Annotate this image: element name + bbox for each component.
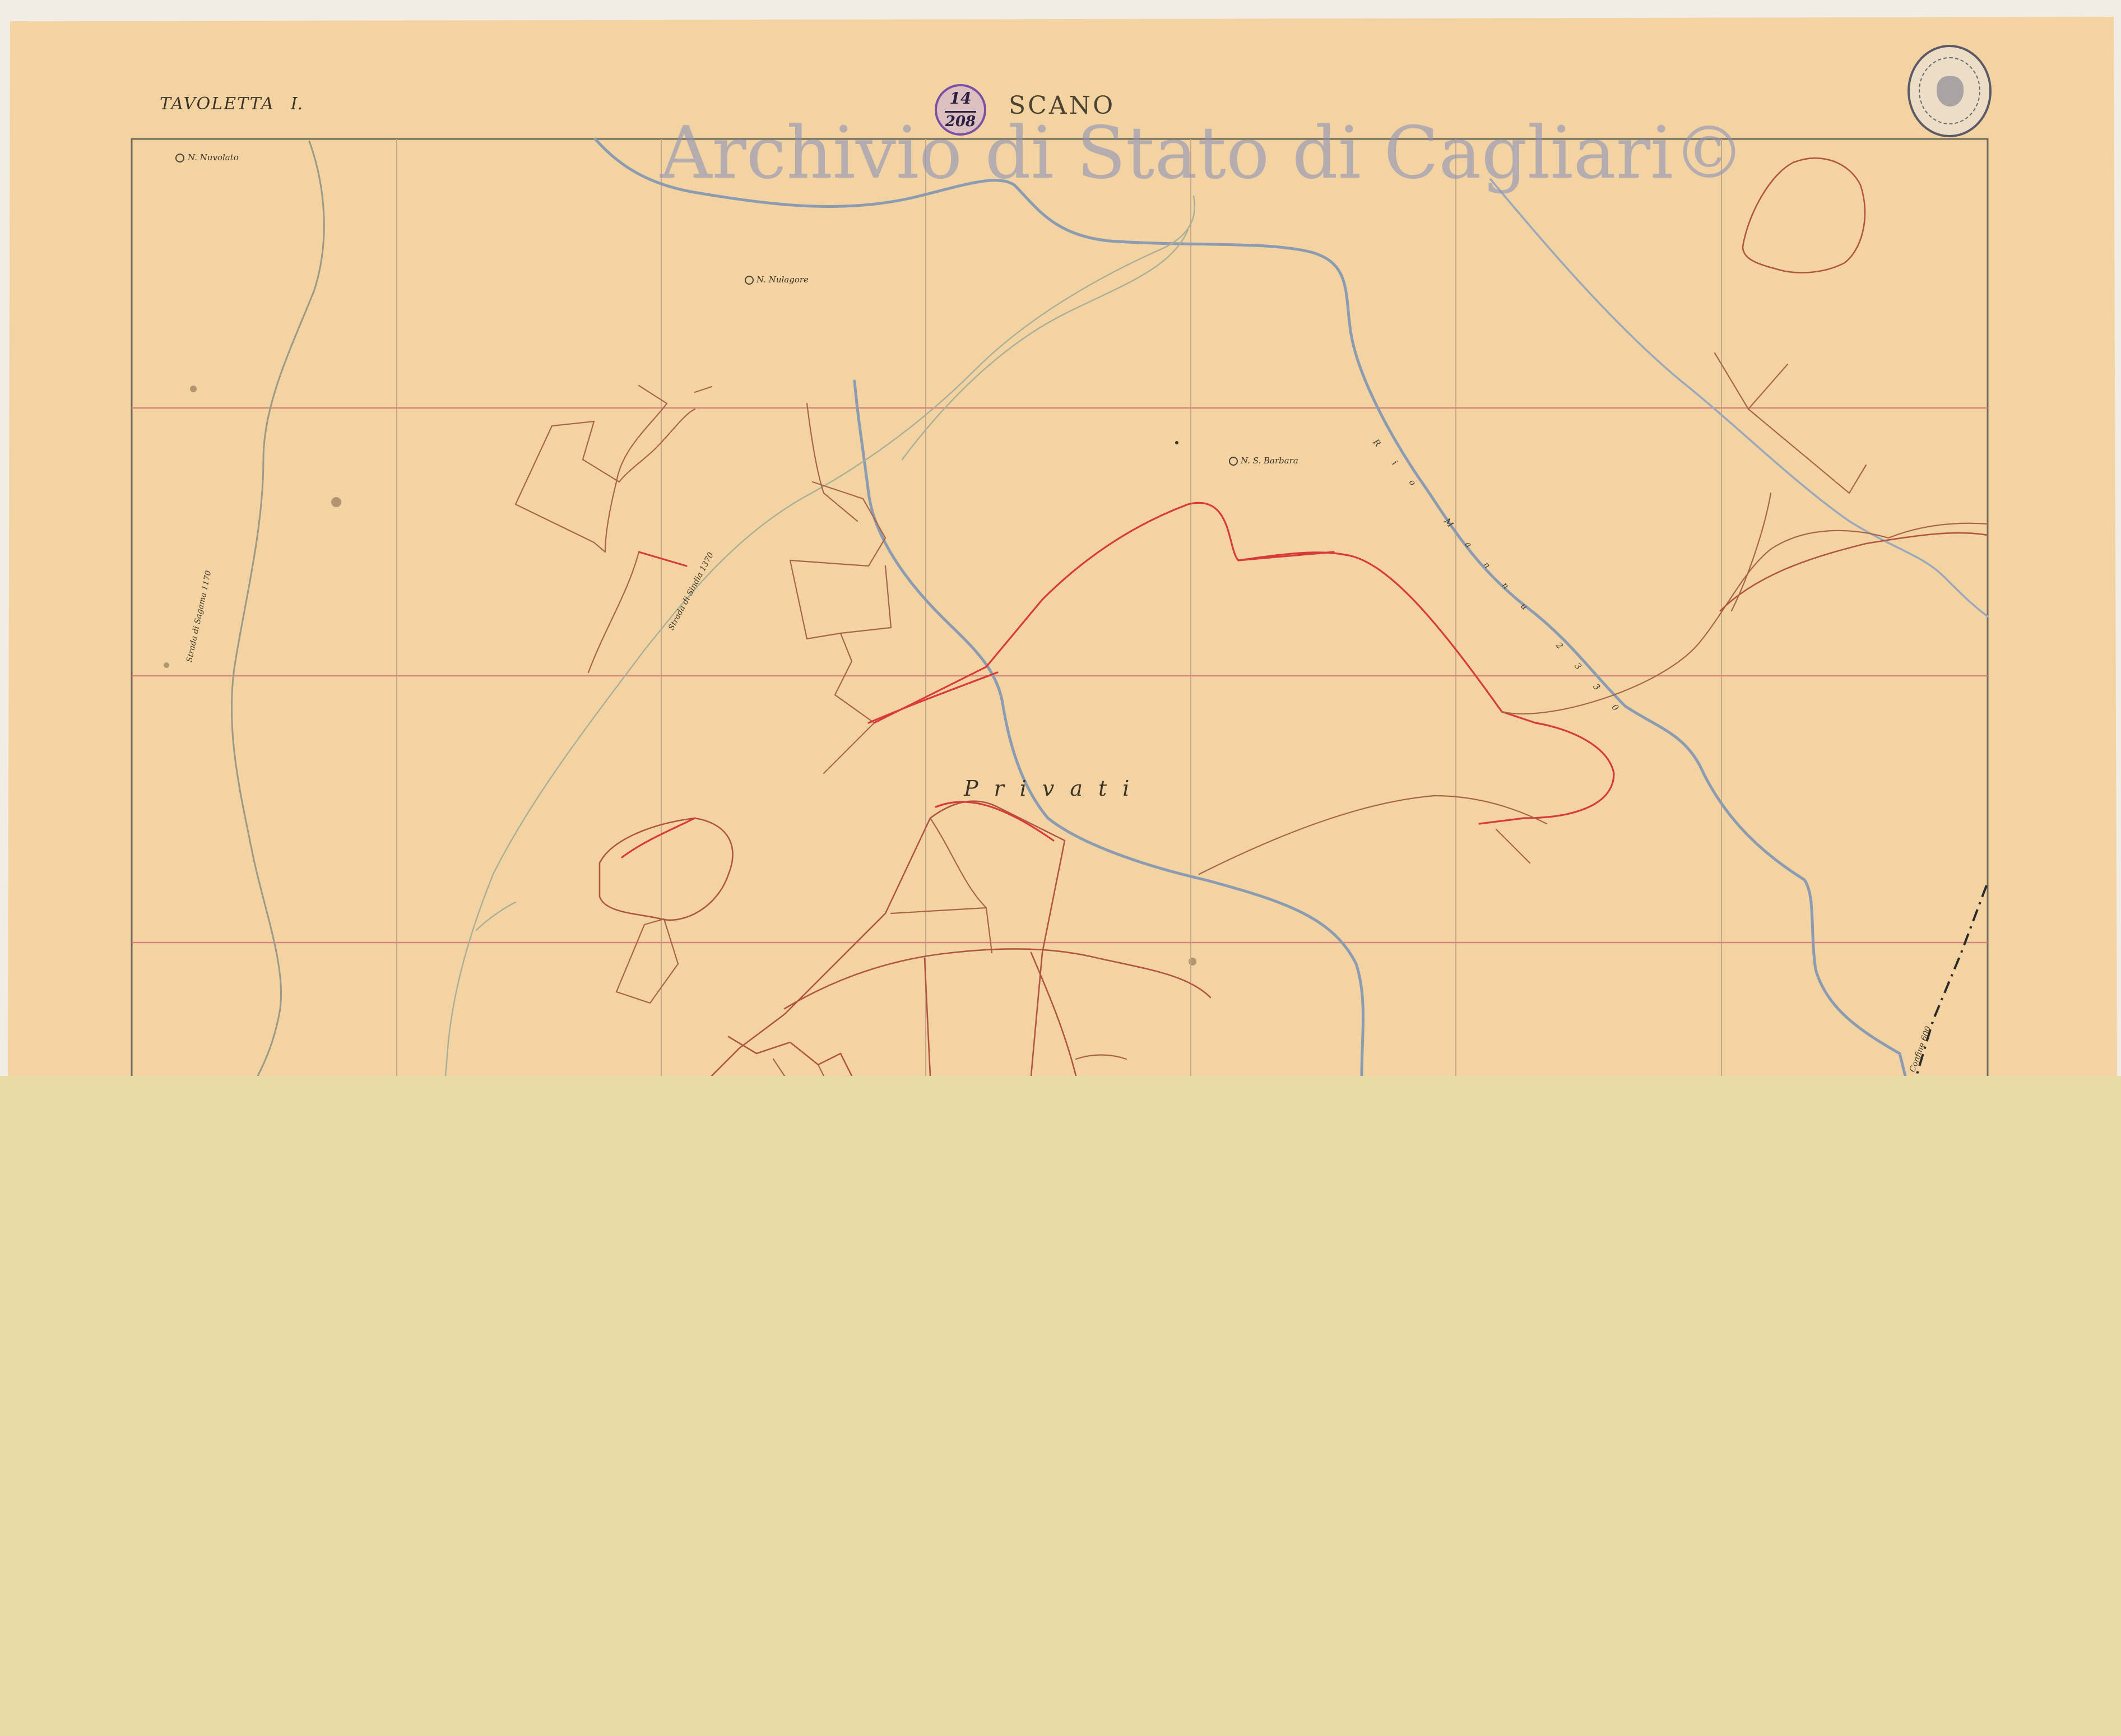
seal-emblem — [1937, 76, 1964, 106]
tavoletta-text: TAVOLETTA — [160, 94, 275, 114]
place-label-nulagore: N. Nulagore — [756, 275, 809, 285]
place-label-s-barbara: N. S. Barbara — [1241, 456, 1298, 466]
inventory-stamp-icon: 14 208 — [935, 84, 986, 136]
place-label-nuovolato: N. Nuvolato — [188, 152, 239, 163]
archive-watermark: Archivio di Stato di Cagliari© — [660, 112, 1745, 195]
foxing-spot — [1189, 958, 1196, 966]
image-viewer: TAVOLETTA I. SCANO Archivio di Stato di … — [0, 0, 2121, 1736]
point-marker — [1175, 441, 1178, 444]
stamp-number-top: 14 — [949, 89, 972, 108]
map-sheet: TAVOLETTA I. SCANO Archivio di Stato di … — [0, 0, 2121, 1076]
region-label-privati: Privati — [964, 776, 1145, 801]
foxing-spot — [331, 497, 341, 507]
foxing-spot — [164, 662, 169, 668]
tavoletta-number: I. — [290, 94, 303, 114]
stamp-divider — [945, 111, 976, 113]
tavoletta-label: TAVOLETTA I. — [160, 94, 303, 114]
foxing-spot — [190, 386, 197, 392]
archive-seal-icon — [1907, 45, 1992, 137]
stamp-number-bottom: 208 — [945, 113, 976, 130]
